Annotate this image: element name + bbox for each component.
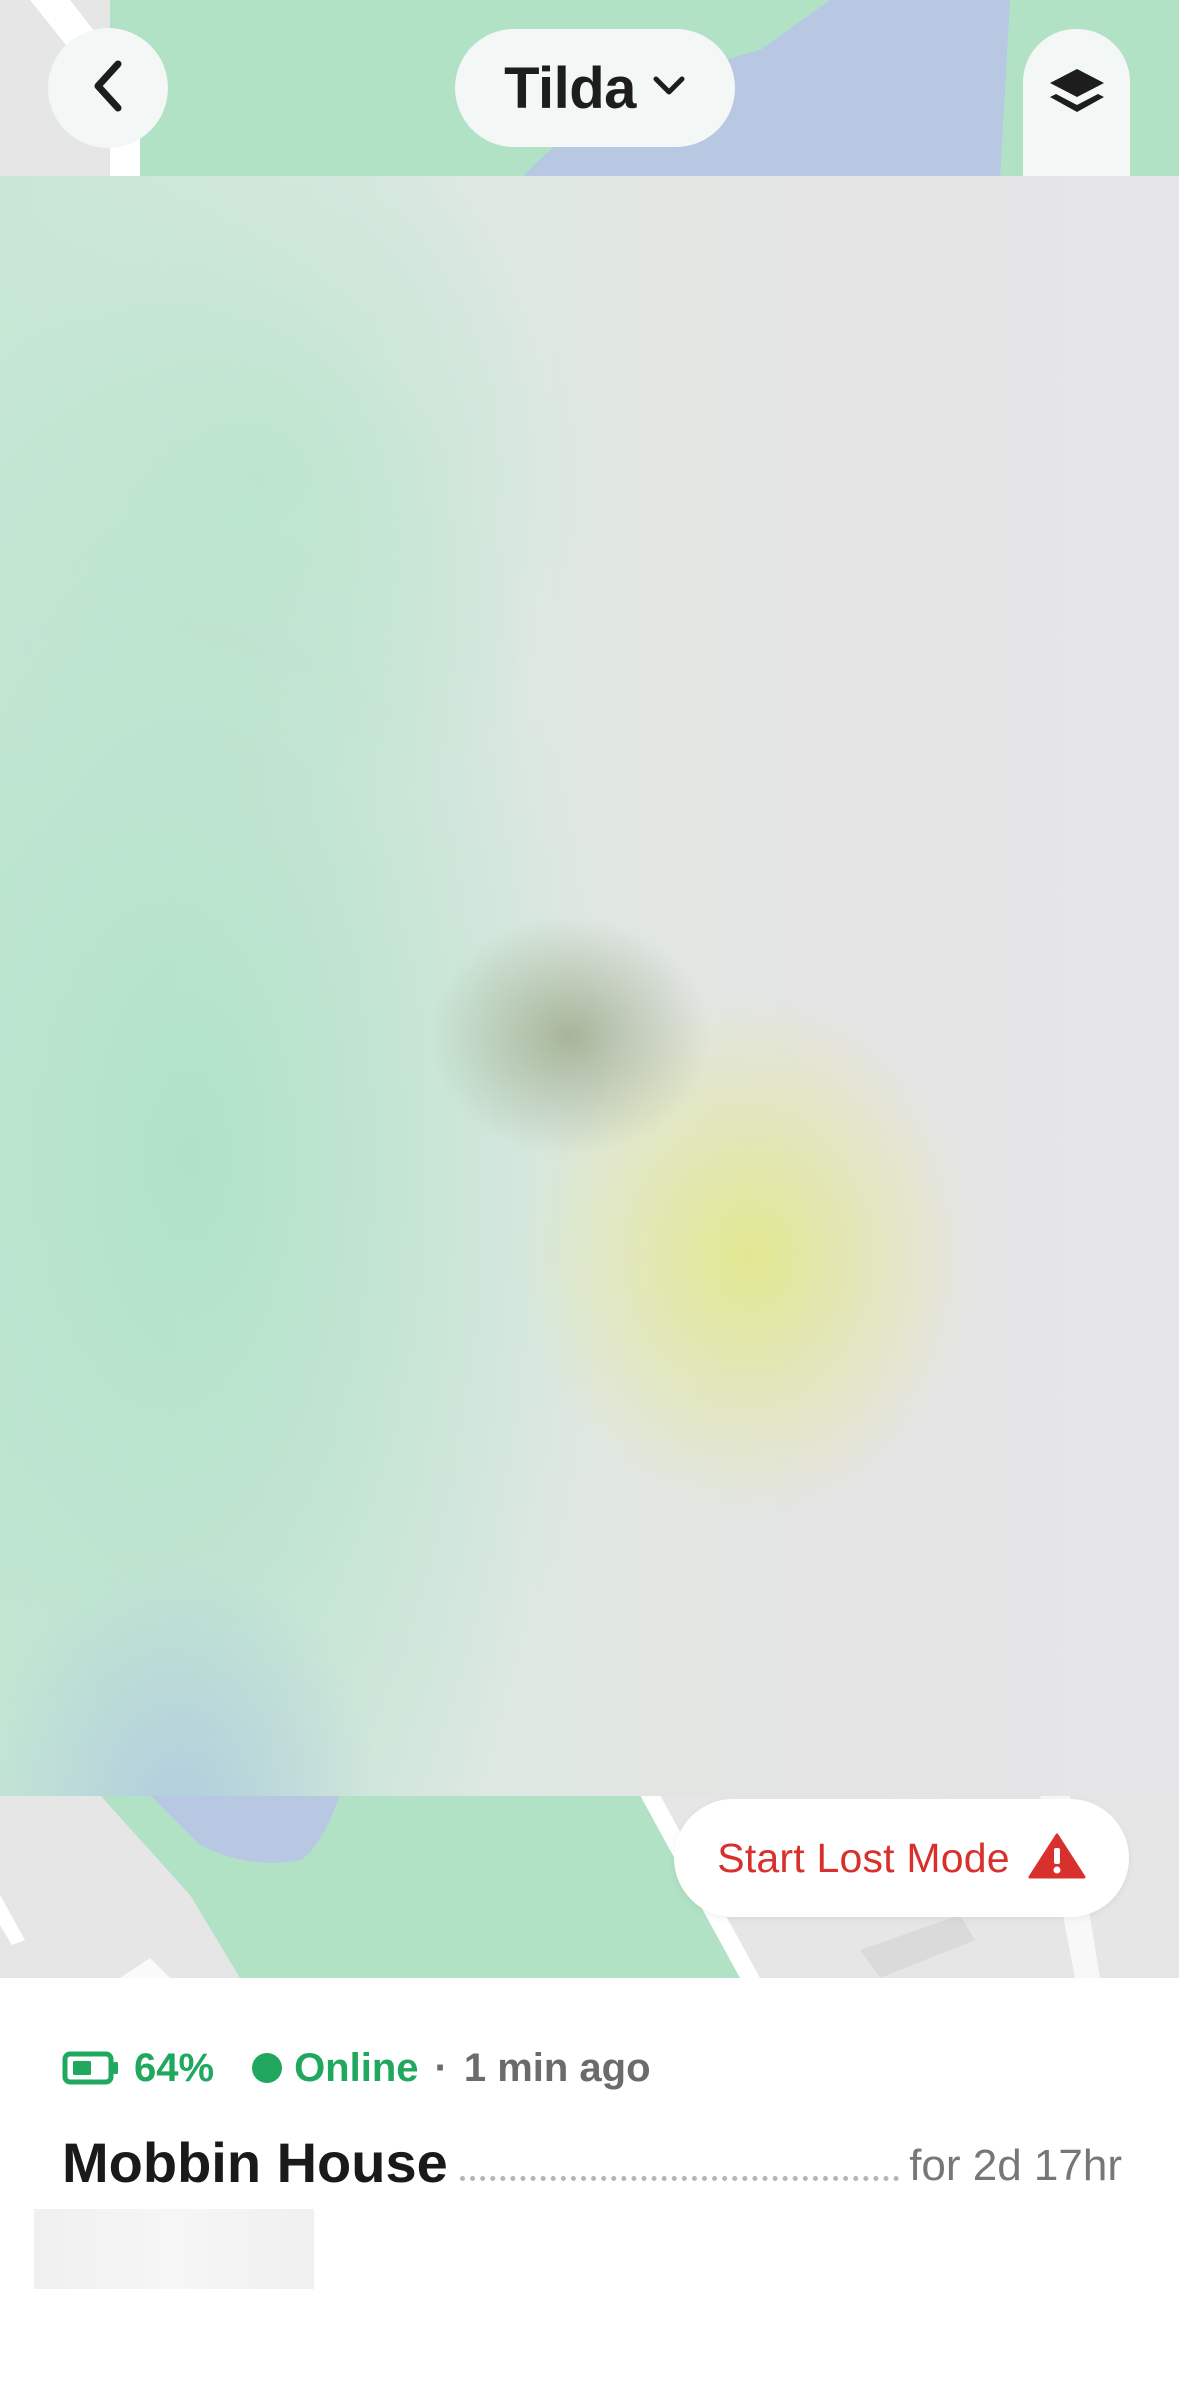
location-row[interactable]: Mobbin House for 2d 17hr xyxy=(62,2125,1122,2195)
last-seen: 1 min ago xyxy=(463,2045,651,2090)
chevron-left-icon xyxy=(88,60,128,117)
device-name: Tilda xyxy=(504,55,636,121)
dotted-leader xyxy=(459,2176,900,2181)
loading-placeholder xyxy=(34,2209,314,2289)
place-name: Mobbin House xyxy=(62,2131,448,2194)
online-status: Online xyxy=(294,2045,419,2090)
stay-duration: for 2d 17hr xyxy=(909,2141,1122,2190)
status-separator: · xyxy=(434,2045,448,2090)
layers-icon xyxy=(1048,67,1106,124)
lost-mode-label: Start Lost Mode xyxy=(717,1834,1010,1881)
warning-triangle-icon xyxy=(1028,1833,1086,1884)
battery-level: 64% xyxy=(134,2045,215,2090)
blurred-map-region xyxy=(0,176,1179,1796)
map-layers-button[interactable] xyxy=(1023,29,1130,176)
back-button[interactable] xyxy=(48,28,168,148)
online-dot-icon xyxy=(252,2053,283,2083)
chevron-down-icon xyxy=(652,75,686,102)
start-lost-mode-button[interactable]: Start Lost Mode xyxy=(674,1799,1129,1917)
status-row: 64% Online · 1 min ago xyxy=(62,2043,651,2093)
map-view[interactable] xyxy=(0,0,1179,1978)
app-root: Tilda Start Lost Mode 64% Online · 1 min… xyxy=(0,0,1179,2396)
device-selector[interactable]: Tilda xyxy=(455,29,735,147)
battery-icon xyxy=(62,2051,120,2085)
